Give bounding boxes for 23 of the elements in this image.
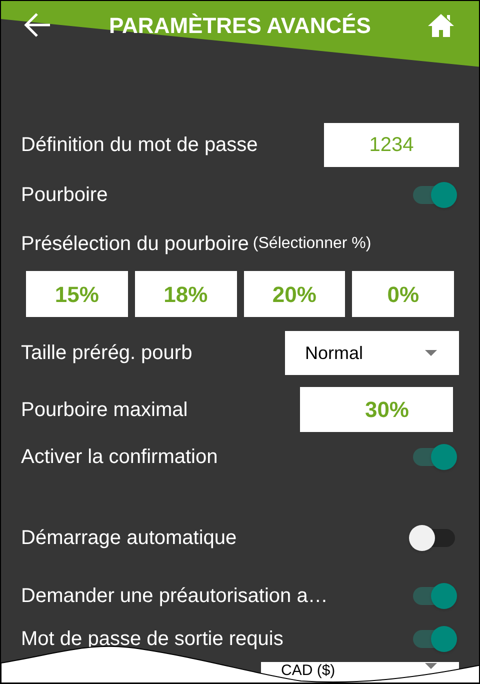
- tip-preset-button[interactable]: 0%: [352, 271, 454, 317]
- home-icon: [427, 12, 455, 38]
- dropdown[interactable]: Normal: [285, 331, 459, 375]
- tip-preset-button[interactable]: 18%: [134, 271, 236, 317]
- setting-label: Taille prérég. pourb: [21, 341, 192, 366]
- setting-hint: (Sélectionner %): [252, 234, 372, 254]
- setting-label: Démarrage automatique: [21, 526, 237, 551]
- setting-label: Demander une préautorisation a…: [21, 584, 328, 609]
- back-button[interactable]: [23, 11, 53, 39]
- setting-label: Activer la confirmation: [21, 445, 218, 470]
- caret-icon: [425, 350, 437, 356]
- setting-label: Mot de passe de sortie requis: [21, 627, 284, 652]
- setting-label: Présélection du pourboire: [21, 232, 249, 257]
- tip-preset-button[interactable]: 20%: [244, 271, 346, 317]
- input-field[interactable]: 30%: [300, 387, 453, 432]
- input-field[interactable]: 1234: [324, 123, 459, 167]
- setting-label: Pourboire: [21, 183, 108, 208]
- home-button[interactable]: [426, 11, 456, 39]
- setting-label: Définition du mot de passe: [21, 133, 258, 158]
- setting-label: Pourboire maximal: [21, 398, 188, 422]
- page-title: PARAMÈTRES AVANCÉS: [108, 12, 372, 40]
- tip-preset-button[interactable]: 15%: [26, 271, 128, 317]
- back-icon: [24, 12, 52, 38]
